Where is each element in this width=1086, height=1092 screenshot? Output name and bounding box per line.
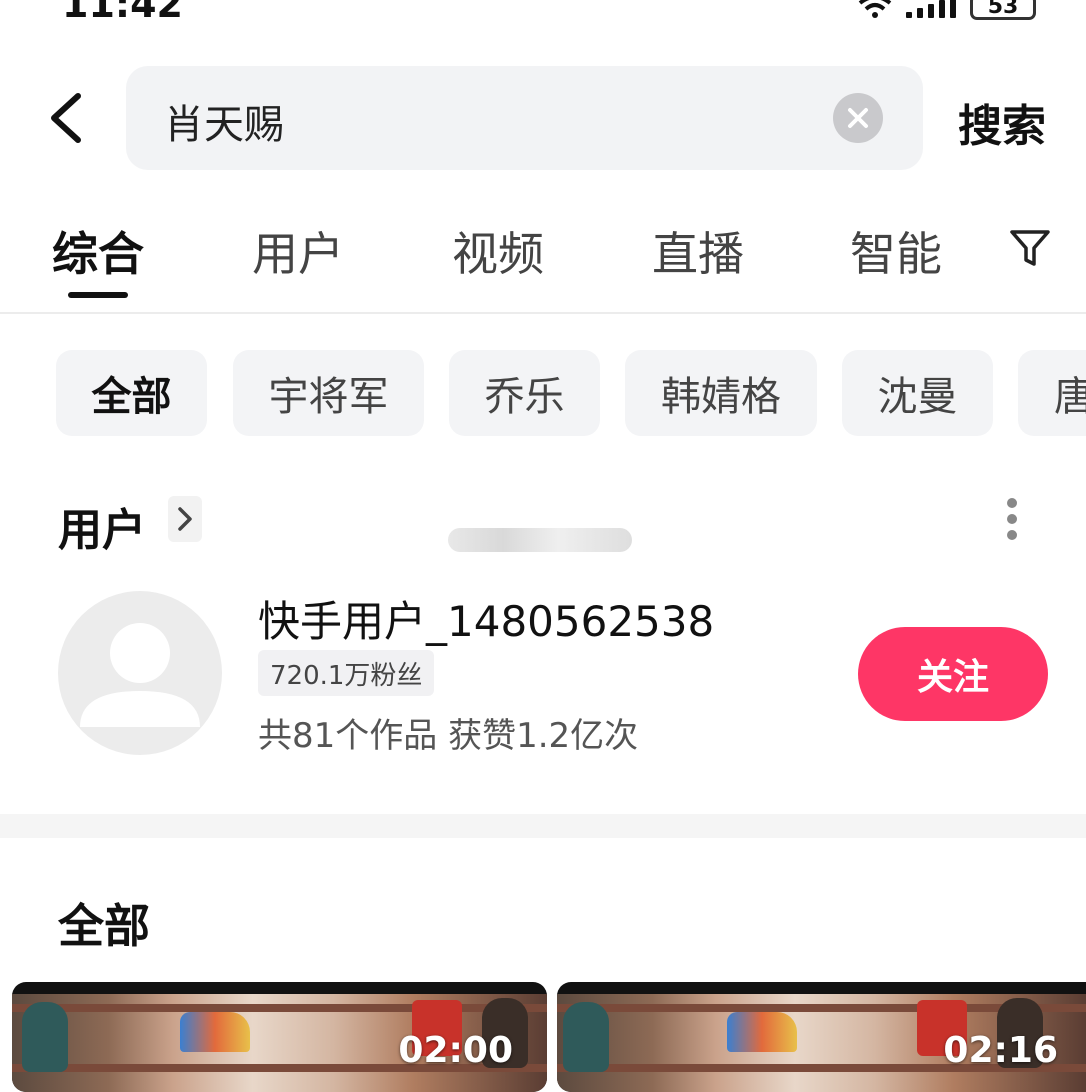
tabs-divider [0, 312, 1086, 314]
avatar[interactable] [58, 591, 222, 755]
user-section-title[interactable]: 用户 [58, 494, 146, 558]
section-separator [0, 814, 1086, 838]
battery-icon: 53 [970, 0, 1036, 20]
user-stats: 共81个作品 获赞1.2亿次 [258, 716, 639, 756]
user-section-more[interactable] [168, 496, 202, 542]
tab-live[interactable]: 直播 [652, 218, 744, 284]
clear-search-button[interactable] [833, 93, 883, 143]
video-duration: 02:16 [943, 1030, 1058, 1071]
search-query: 肖天赐 [164, 102, 284, 148]
video-card[interactable]: 02:00 [12, 982, 547, 1092]
video-duration: 02:00 [398, 1030, 513, 1071]
filter-icon [1010, 230, 1050, 266]
chip-item[interactable]: 唐 [1018, 350, 1086, 436]
more-options-icon[interactable] [1000, 498, 1024, 544]
chip-item[interactable]: 沈曼 [842, 350, 993, 436]
battery-level: 53 [987, 0, 1019, 19]
search-input[interactable]: 肖天赐 [126, 66, 923, 170]
follow-button[interactable]: 关注 [858, 627, 1048, 721]
status-time: 11:42 [62, 0, 183, 26]
video-thumbnail: 02:16 [557, 994, 1086, 1092]
back-arrow-icon [51, 93, 81, 143]
tab-comprehensive[interactable]: 综合 [52, 218, 144, 284]
signal-icon [906, 0, 956, 18]
user-name[interactable]: 快手用户_1480562538 [258, 588, 714, 649]
chip-item[interactable]: 乔乐 [449, 350, 600, 436]
status-icons: 53 [858, 0, 1036, 20]
tab-users[interactable]: 用户 [252, 218, 344, 284]
chip-item[interactable]: 宇将军 [233, 350, 424, 436]
wifi-icon [858, 0, 892, 18]
chip-all[interactable]: 全部 [56, 350, 207, 436]
chip-item[interactable]: 韩婧格 [625, 350, 817, 436]
chevron-right-icon [178, 507, 192, 531]
video-thumbnail: 02:00 [12, 994, 547, 1092]
tab-videos[interactable]: 视频 [452, 218, 544, 284]
all-section-title: 全部 [58, 899, 150, 953]
close-icon [848, 108, 868, 128]
search-button[interactable]: 搜索 [958, 90, 1046, 154]
blurred-watermark [448, 528, 632, 552]
default-avatar-icon [80, 623, 200, 727]
back-button[interactable] [40, 86, 100, 150]
filter-button[interactable] [1008, 226, 1052, 270]
tab-smart[interactable]: 智能 [850, 218, 942, 284]
fans-count-badge: 720.1万粉丝 [258, 650, 435, 696]
active-tab-indicator [68, 292, 128, 298]
video-card[interactable]: 02:16 [557, 982, 1086, 1092]
